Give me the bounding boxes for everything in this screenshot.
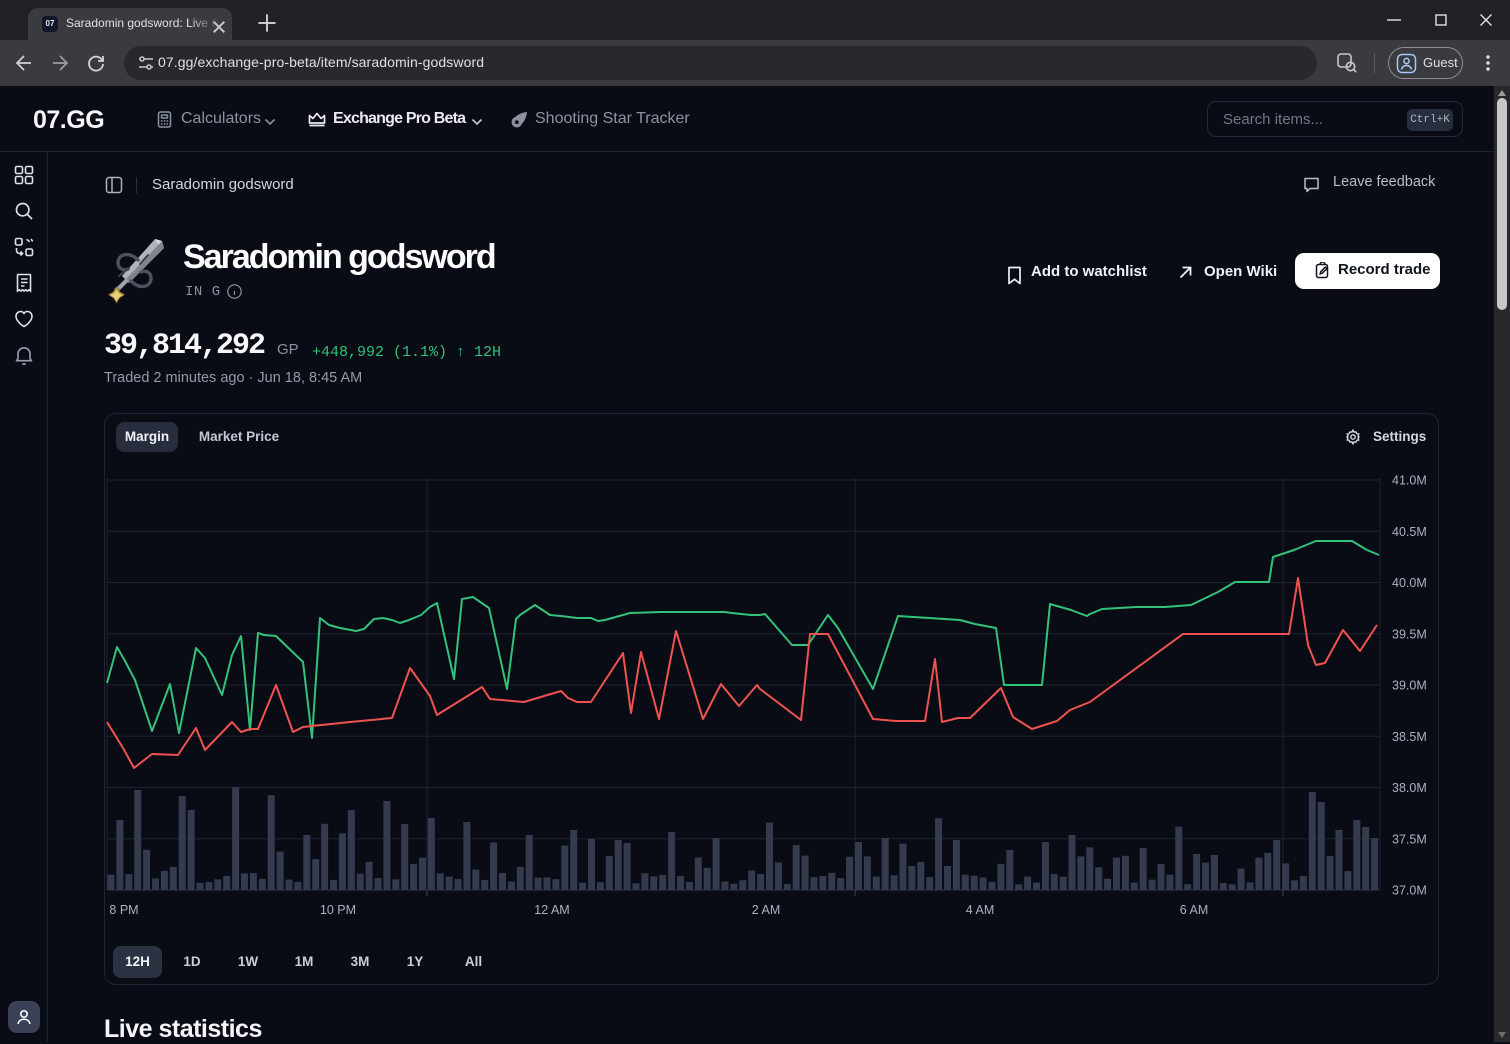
svg-text:37.0M: 37.0M	[1392, 884, 1427, 898]
svg-text:6 AM: 6 AM	[1180, 903, 1209, 917]
svg-text:40.0M: 40.0M	[1392, 576, 1427, 590]
svg-text:10 PM: 10 PM	[320, 903, 356, 917]
svg-text:41.0M: 41.0M	[1392, 474, 1427, 488]
svg-text:4 AM: 4 AM	[966, 903, 995, 917]
svg-text:39.5M: 39.5M	[1392, 627, 1427, 641]
svg-text:38.0M: 38.0M	[1392, 781, 1427, 795]
svg-text:2 AM: 2 AM	[752, 903, 781, 917]
svg-text:8 PM: 8 PM	[109, 903, 138, 917]
svg-text:37.5M: 37.5M	[1392, 832, 1427, 846]
svg-text:39.0M: 39.0M	[1392, 679, 1427, 693]
svg-text:38.5M: 38.5M	[1392, 730, 1427, 744]
svg-text:40.5M: 40.5M	[1392, 525, 1427, 539]
svg-text:12 AM: 12 AM	[534, 903, 569, 917]
